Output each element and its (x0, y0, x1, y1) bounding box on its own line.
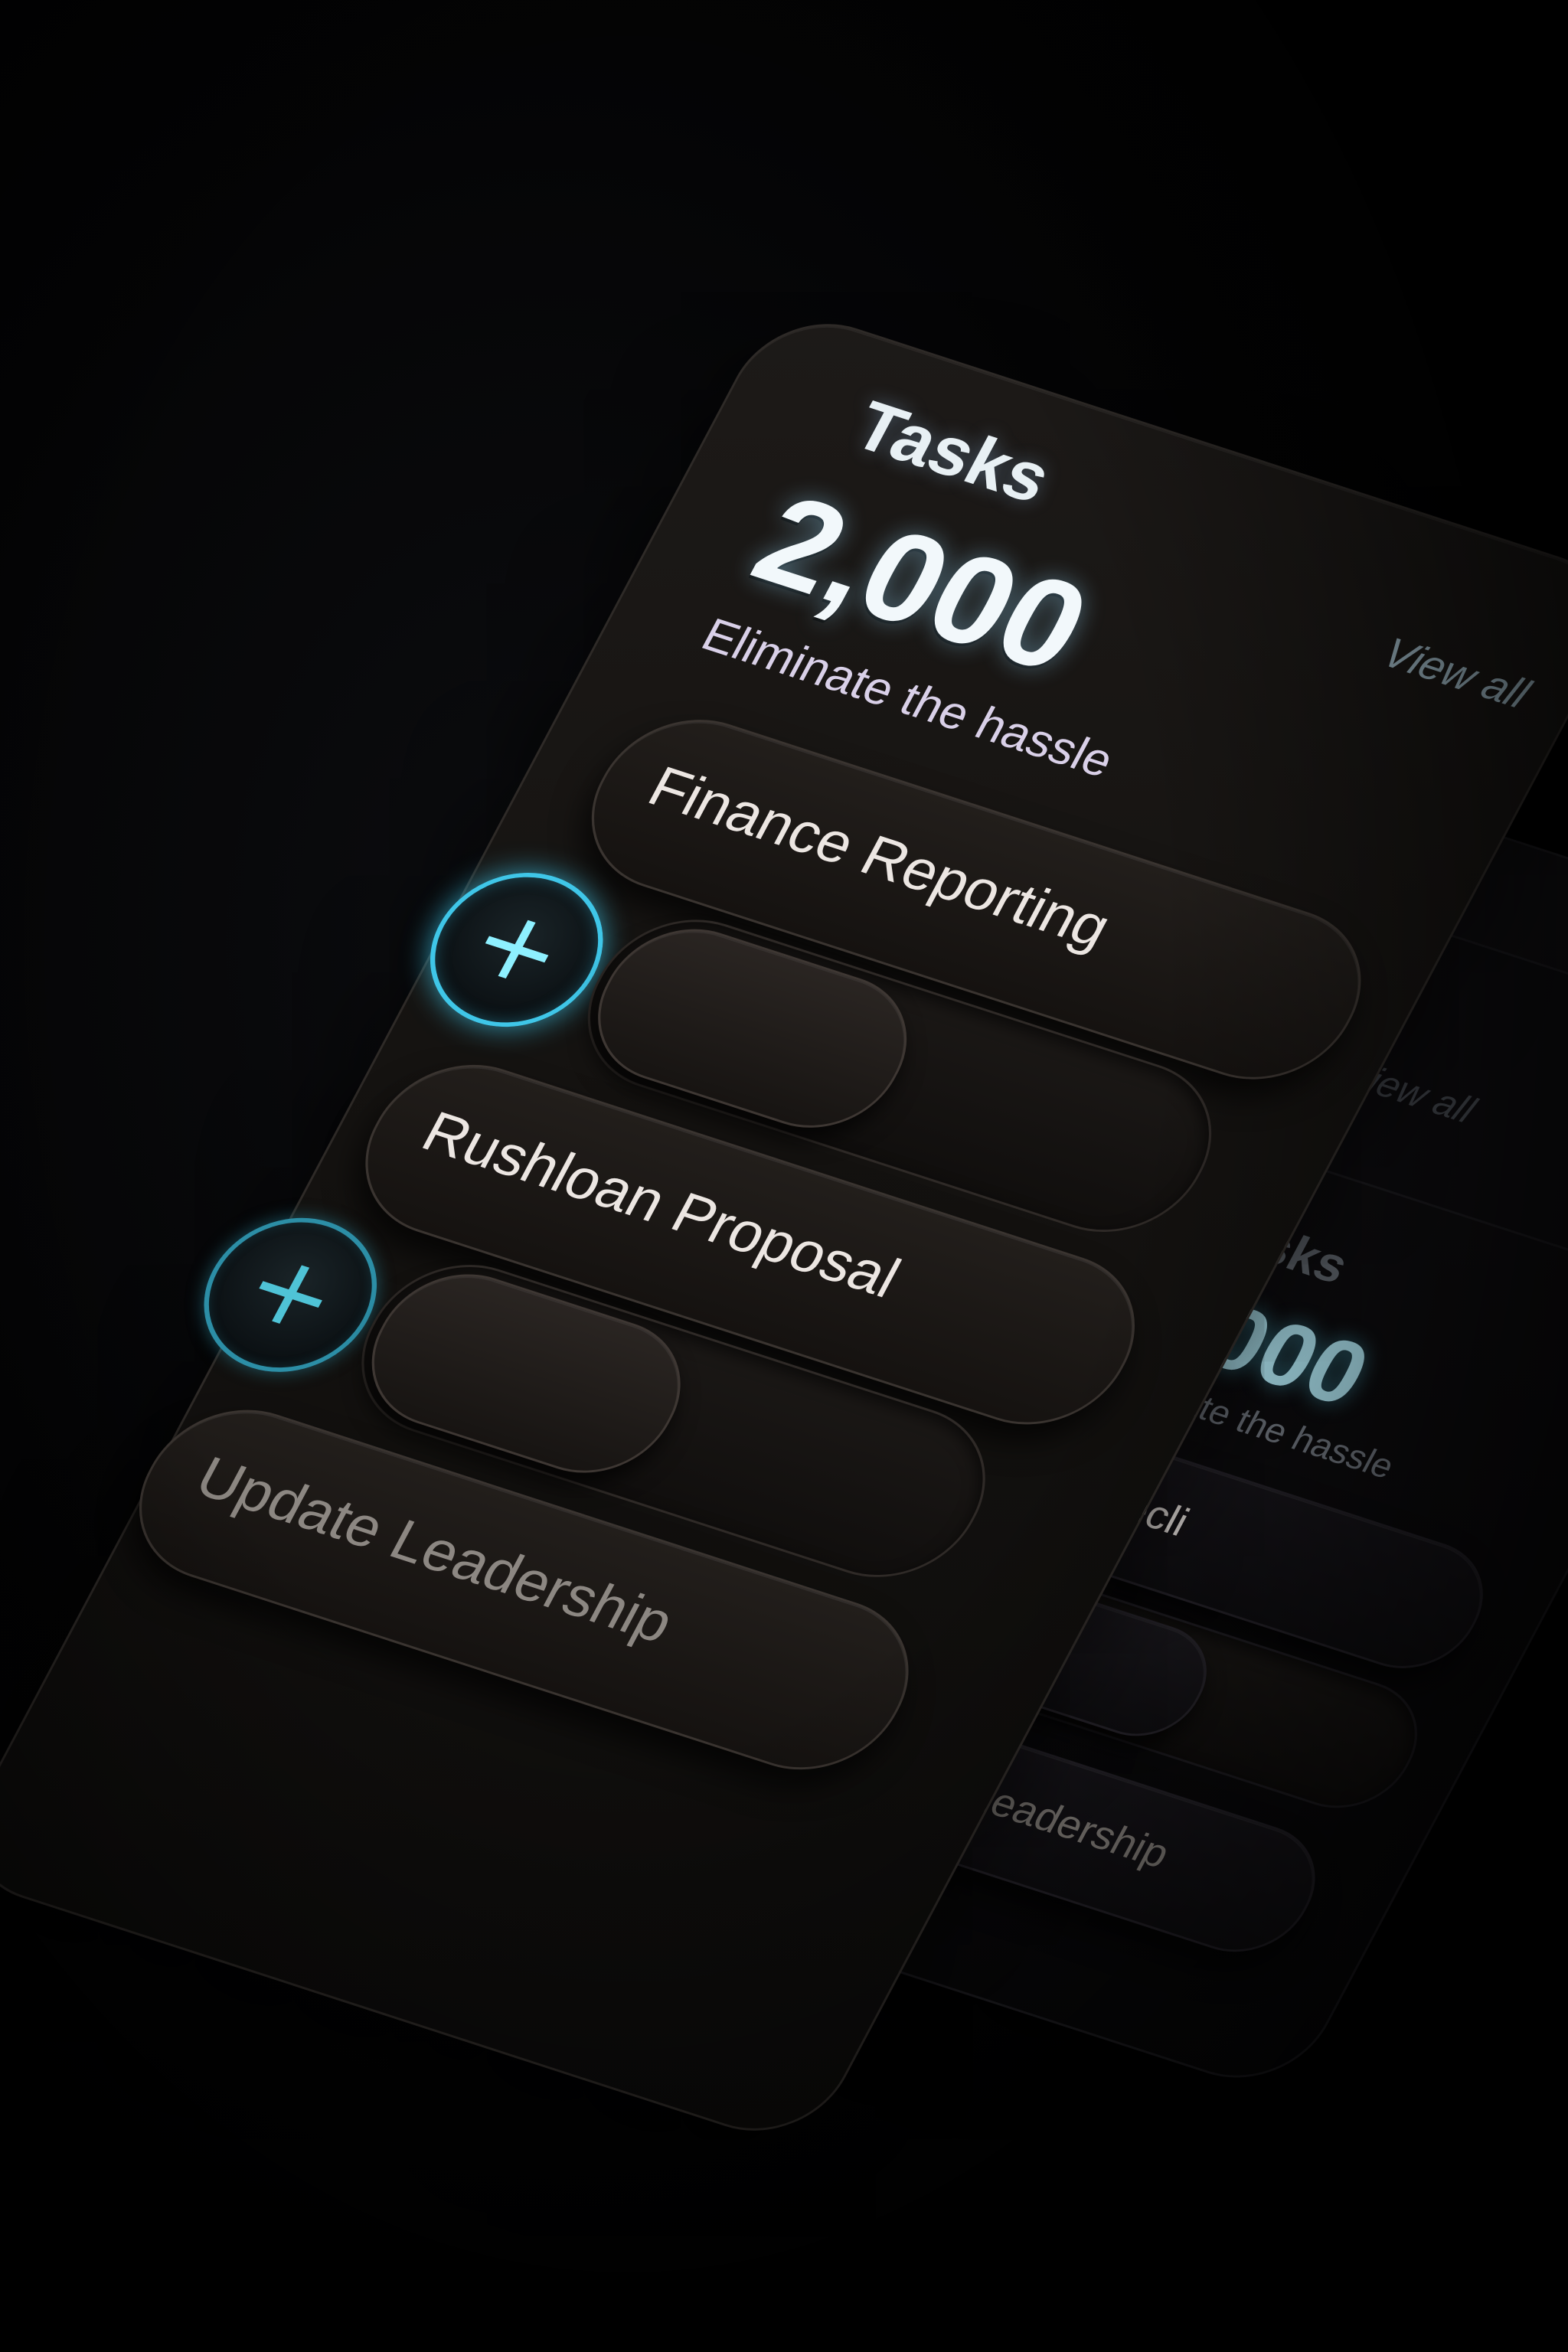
view-all-link[interactable]: View all (1374, 628, 1538, 718)
stage: View all Tasks 2,000 Eliminate the hassl… (0, 0, 1568, 2352)
